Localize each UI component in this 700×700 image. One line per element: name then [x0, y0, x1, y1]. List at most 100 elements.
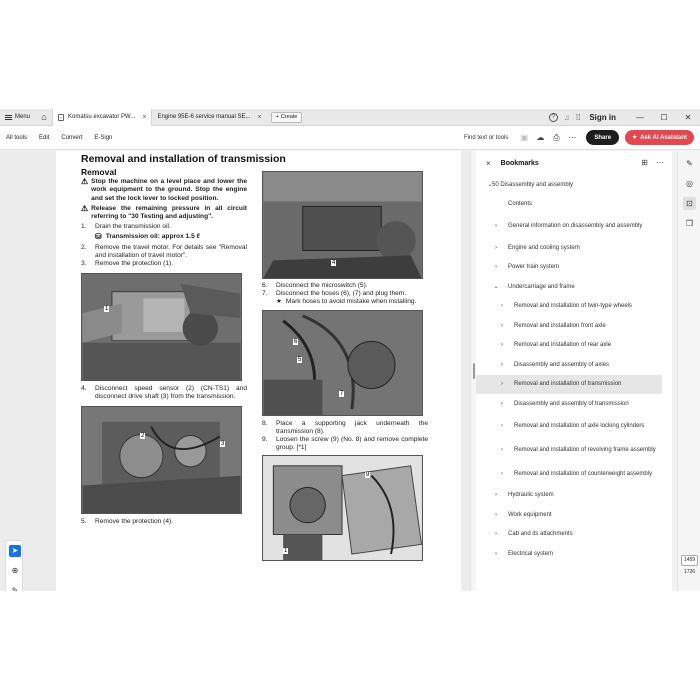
- bookmark-label: Disassembly and assembly of axles: [514, 361, 610, 368]
- bookmark-item[interactable]: › Engine and cooling system: [476, 238, 662, 258]
- bookmark-item[interactable]: ⌄ Undercarriage and frame: [476, 277, 662, 297]
- pages-icon[interactable]: ❐: [683, 217, 696, 230]
- tab-document-1[interactable]: ▪ Komatsu excavator PW... ×: [52, 109, 153, 126]
- bookmarks-icon[interactable]: ⊡: [683, 197, 696, 210]
- sign-in-button[interactable]: Sign in: [589, 113, 616, 122]
- close-panel-icon[interactable]: ×: [486, 159, 491, 168]
- figure-callout: 1: [104, 306, 110, 313]
- figure-callout: 9: [365, 472, 371, 479]
- bookmark-item[interactable]: › General information on disassembly and …: [476, 214, 662, 238]
- bookmark-item[interactable]: › Removal and installation of axle lockin…: [476, 414, 662, 438]
- bookmark-label: Removal and installation of rear axle: [514, 342, 612, 349]
- note: ★ Mark hoses to avoid mistake when insta…: [262, 298, 428, 306]
- save-icon[interactable]: ▣: [516, 133, 532, 142]
- maximize-icon[interactable]: ☐: [652, 113, 676, 122]
- edit-link[interactable]: Edit: [33, 135, 55, 141]
- bookmark-item[interactable]: › Removal and installation of revolving f…: [476, 438, 662, 462]
- bookmark-label: Disassembly and assembly of transmission: [514, 400, 629, 407]
- convert-link[interactable]: Convert: [55, 135, 88, 141]
- comment-icon[interactable]: ✎: [683, 157, 696, 170]
- all-tools-link[interactable]: All tools: [0, 135, 33, 141]
- create-button[interactable]: + Create: [270, 111, 303, 123]
- esign-link[interactable]: E-Sign: [88, 135, 118, 141]
- bookmark-item[interactable]: › Cab and its attachments: [476, 525, 662, 545]
- notification-bell-icon[interactable]: ♫: [564, 113, 570, 122]
- bookmark-item[interactable]: › Removal and installation of transmissio…: [476, 374, 662, 394]
- bookmark-item[interactable]: › Electrical system: [476, 544, 662, 564]
- chevron-right-icon[interactable]: ›: [492, 245, 500, 251]
- home-icon: ⌂: [41, 112, 47, 122]
- tab-document-2[interactable]: Engine 95E-6 service manual SE... ×: [152, 109, 266, 126]
- menu-button[interactable]: Menu: [0, 109, 36, 126]
- bookmark-item[interactable]: › Work equipment: [476, 505, 662, 525]
- star-mark-icon: ★: [276, 298, 282, 306]
- chevron-right-icon[interactable]: ›: [498, 401, 506, 407]
- photo-protection-4: 4: [262, 171, 423, 279]
- share-button[interactable]: Share: [586, 130, 620, 145]
- chevron-right-icon[interactable]: ›: [498, 471, 506, 477]
- minimize-icon[interactable]: —: [628, 113, 652, 122]
- close-tab-icon[interactable]: ×: [142, 114, 146, 121]
- step-number: 2.: [81, 243, 87, 251]
- chevron-right-icon[interactable]: ›: [498, 423, 506, 429]
- help-icon[interactable]: ?: [548, 113, 558, 122]
- bookmark-item[interactable]: › Removal and installation of rear axle: [476, 336, 662, 356]
- chevron-right-icon[interactable]: ›: [498, 342, 506, 348]
- chevron-right-icon[interactable]: ›: [492, 264, 500, 270]
- ai-assistant-icon[interactable]: ◎: [683, 177, 696, 190]
- chevron-right-icon[interactable]: ›: [498, 447, 506, 453]
- chevron-down-icon[interactable]: ⌄: [492, 283, 500, 290]
- bookmark-label: Contents: [508, 201, 533, 208]
- figure-callout: 1: [283, 548, 289, 555]
- more-icon[interactable]: ⋯: [564, 133, 580, 142]
- chevron-right-icon[interactable]: ›: [492, 492, 500, 498]
- apps-grid-icon[interactable]: ⁞⁞: [576, 113, 580, 122]
- bookmark-item[interactable]: › Removal and installation front axle: [476, 316, 662, 336]
- print-icon[interactable]: ⎙: [548, 133, 564, 143]
- select-cursor-icon[interactable]: ➤: [9, 545, 21, 557]
- step: 3. Remove the protection (1).: [81, 260, 247, 268]
- warning-block: ⚠ Stop the machine on a level place and …: [81, 178, 247, 203]
- bookmark-item[interactable]: Contents: [476, 195, 662, 215]
- step: 1. Drain the transmission oil.: [81, 223, 247, 231]
- close-window-icon[interactable]: ✕: [676, 113, 700, 122]
- draw-pen-icon[interactable]: ✎: [9, 585, 21, 591]
- chevron-right-icon[interactable]: ›: [492, 512, 500, 518]
- warning-text: Release the remaining pressure in all ci…: [91, 204, 247, 221]
- bookmarks-panel: × Bookmarks ⊞ ⋯ ⌄ 50 Disassembly and asse…: [476, 151, 672, 591]
- chevron-right-icon[interactable]: ›: [492, 551, 500, 557]
- tab-label: Komatsu excavator PW...: [68, 114, 136, 120]
- home-button[interactable]: ⌂: [36, 109, 52, 126]
- bookmark-item[interactable]: › Removal and installation of twin-type w…: [476, 297, 662, 317]
- quick-tools: ➤ ⊕ ✎ ◌ A ✍ ⋯: [5, 540, 23, 591]
- bookmarks-tools: ⊞ ⋯: [641, 158, 664, 167]
- bookmark-item[interactable]: › Hydraulic system: [476, 486, 662, 506]
- upload-cloud-icon[interactable]: ☁: [532, 133, 548, 142]
- chevron-right-icon[interactable]: ›: [498, 381, 506, 387]
- current-page-field[interactable]: 1459: [681, 555, 698, 566]
- bookmark-label: Removal and installation of twin-type wh…: [514, 303, 633, 310]
- bookmark-label: Removal and installation front axle: [514, 322, 606, 329]
- bookmark-item[interactable]: ⌄ 50 Disassembly and assembly: [476, 175, 662, 195]
- more-options-icon[interactable]: ⋯: [656, 158, 664, 167]
- ask-ai-assistant-button[interactable]: ✦ Ask AI Assistant: [625, 130, 694, 145]
- close-tab-icon[interactable]: ×: [258, 114, 262, 121]
- chevron-right-icon[interactable]: ›: [492, 223, 500, 229]
- comment-add-icon[interactable]: ⊕: [9, 565, 21, 577]
- note-text: Mark hoses to avoid mistake when install…: [285, 298, 417, 306]
- step-number: 5.: [81, 517, 87, 525]
- chevron-right-icon[interactable]: ›: [498, 362, 506, 368]
- step-text: Disconnect the hoses (6), (7) and plug t…: [276, 290, 407, 298]
- find-text-or-tools[interactable]: Find text or tools: [464, 135, 508, 141]
- document-viewer[interactable]: Removal and installation of transmission…: [0, 151, 470, 591]
- add-bookmark-icon[interactable]: ⊞: [641, 158, 648, 167]
- bookmark-item[interactable]: › Power train system: [476, 258, 662, 278]
- splitter-grip[interactable]: [473, 363, 475, 379]
- chevron-right-icon[interactable]: ›: [498, 303, 506, 309]
- chevron-right-icon[interactable]: ›: [498, 323, 506, 329]
- bookmark-item[interactable]: › Disassembly and assembly of axles: [476, 355, 662, 375]
- figure-callout: 2: [140, 432, 146, 439]
- bookmark-item[interactable]: › Removal and installation of counterweig…: [476, 462, 662, 486]
- bookmark-item[interactable]: › Disassembly and assembly of transmissio…: [476, 394, 662, 414]
- chevron-right-icon[interactable]: ›: [492, 531, 500, 537]
